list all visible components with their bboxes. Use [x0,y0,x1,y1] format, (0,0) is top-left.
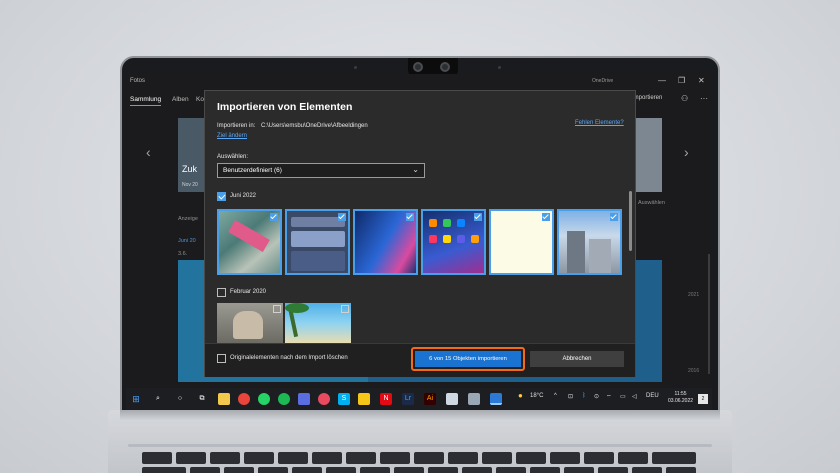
more-icon[interactable]: ··· [700,94,708,103]
battery-icon[interactable]: ▭ [620,393,626,400]
whatsapp-icon[interactable] [258,393,270,405]
tray-icon[interactable]: ⊡ [568,393,573,400]
hero-title: Zuk [182,164,198,174]
tray-icon[interactable]: ⊙ [594,393,599,400]
skype-icon[interactable]: S [338,393,350,405]
netflix-icon[interactable]: N [380,393,392,405]
lightroom-icon[interactable]: Lr [402,393,414,405]
chevron-up-icon[interactable]: ^ [554,393,557,399]
taskbar: ⊞ ⌕ ○ ⧉ S N Lr Ai ● 18°C ^ ⊡ ᛒ ⊙ ⌔ ▭ ◁ D… [126,388,712,410]
photo-thumbnail[interactable] [353,209,418,275]
windows-start-icon[interactable]: ⊞ [130,393,142,405]
camera-sensor [440,62,450,72]
illustrator-icon[interactable]: Ai [424,393,436,405]
tab-ko[interactable]: Ko [196,96,204,103]
laptop-hinge [120,410,720,420]
chevron-left-icon[interactable]: ‹ [146,144,151,160]
task-view-icon[interactable]: ⧉ [196,393,208,405]
notifications-badge[interactable]: 2 [698,394,708,404]
photo-checkbox[interactable] [610,213,618,221]
photo-checkbox[interactable] [542,213,550,221]
tab-sammlung[interactable]: Sammlung [130,96,162,106]
timeline-year: 2016 [688,368,700,374]
sensor-dot [354,66,357,69]
photo-thumbnail[interactable] [217,303,283,343]
timeline-year: 2021 [688,292,700,298]
maximize-icon[interactable]: ❐ [678,76,685,85]
photo-thumbnail[interactable] [217,209,282,275]
photo-checkbox[interactable] [406,213,414,221]
select-mode-value: Benutzerdefiniert (6) [223,167,282,174]
network-icon[interactable]: ⌔ [606,393,612,401]
group-label: Juni 2022 [230,193,257,199]
app-titlebar: Fotos OneDrive — ❐ ✕ [126,74,712,90]
date-label: 3.6. [178,251,188,257]
delete-originals-label: Originalelementen nach dem Import lösche… [230,355,348,361]
sensor-dot [498,66,501,69]
app-icon[interactable] [318,393,330,405]
photo-checkbox[interactable] [270,213,278,221]
photo-checkbox[interactable] [341,305,349,313]
import-items-button[interactable]: 6 von 15 Objekten importieren [415,351,521,367]
cortana-icon[interactable]: ○ [174,393,186,405]
select-mode-dropdown[interactable]: Benutzerdefiniert (6) ⌄ [217,163,425,178]
hero-image-right [632,118,662,192]
chrome-icon[interactable] [238,393,250,405]
screen: Fotos OneDrive — ❐ ✕ Sammlung Alben Ko I… [126,74,712,410]
missing-items-link[interactable]: Fehlen Elemente? [575,120,624,126]
photo-thumbnail[interactable] [489,209,554,275]
group-checkbox[interactable] [217,192,226,201]
group-label: Februar 2020 [230,289,267,295]
app-title: Fotos [130,78,146,84]
photos-icon[interactable] [490,393,502,405]
chevron-down-icon: ⌄ [412,165,419,174]
import-button[interactable]: Importieren [632,95,662,101]
search-icon[interactable]: ⌕ [152,393,164,405]
select-label[interactable]: Auswählen [638,200,665,206]
spotify-icon[interactable] [278,393,290,405]
delete-originals-checkbox[interactable] [217,354,226,363]
cancel-button[interactable]: Abbrechen [530,351,624,367]
keyboard [120,424,720,473]
camera-lens [413,62,423,72]
onedrive-label[interactable]: OneDrive [592,78,613,84]
change-target-link[interactable]: Ziel ändern [217,133,247,139]
date-link[interactable]: Juni 20 [178,238,196,244]
clock-time: 11:55 [674,391,687,397]
teams-icon[interactable] [298,393,310,405]
weather-icon[interactable]: ● [518,391,523,400]
import-dialog: Importieren von Elementen Importieren in… [204,90,636,377]
clock-date: 03.06.2022 [668,398,694,404]
select-mode-label: Auswählen: [217,154,249,160]
photo-checkbox[interactable] [474,213,482,221]
import-path-label: Importieren in: [217,123,256,129]
photo-thumbnail[interactable] [285,209,350,275]
app-icon[interactable] [446,393,458,405]
app-icon[interactable] [468,393,480,405]
photo-thumbnail[interactable] [285,303,351,343]
clock[interactable]: 11:55 03.06.2022 [668,391,693,405]
photo-checkbox[interactable] [338,213,346,221]
tab-alben[interactable]: Alben [172,96,189,103]
hero-subtitle: Nov 20 [182,182,198,188]
scroll-thumb[interactable] [629,191,632,251]
close-icon[interactable]: ✕ [698,76,705,85]
volume-icon[interactable]: ◁ [632,393,637,400]
sticky-notes-icon[interactable] [358,393,370,405]
minimize-icon[interactable]: — [658,76,666,85]
language-label[interactable]: DEU [646,393,659,399]
weather-temp[interactable]: 18°C [530,393,543,399]
chevron-right-icon[interactable]: › [684,144,689,160]
file-explorer-icon[interactable] [218,393,230,405]
photo-thumbnail[interactable] [557,209,622,275]
account-icon[interactable]: ⚇ [681,94,688,103]
group-checkbox[interactable] [217,288,226,297]
dialog-title: Importieren von Elementen [217,101,353,113]
view-label: Anzeige [178,216,198,222]
timeline-scrubber[interactable] [708,254,710,374]
photo-checkbox[interactable] [273,305,281,313]
import-path: C:\Users\emsbu\OneDrive\Afbeeldingen [261,123,368,129]
bluetooth-icon[interactable]: ᛒ [582,393,586,399]
photo-thumbnail[interactable] [421,209,486,275]
